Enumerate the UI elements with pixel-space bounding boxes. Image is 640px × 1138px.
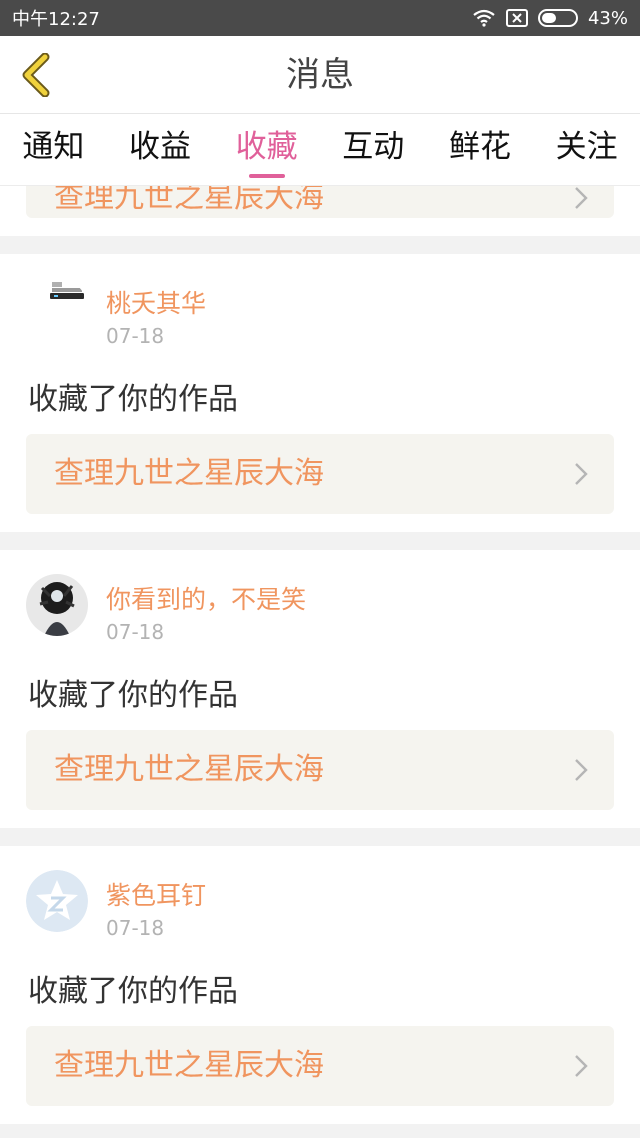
work-title: 查理九世之星辰大海 (54, 456, 324, 491)
action-text: 收藏了你的作品 (28, 974, 238, 1009)
status-bar: 中午12:27 43% (0, 0, 640, 36)
message-date: 07-18 (106, 916, 165, 940)
work-link[interactable]: 查理九世之星辰大海 (26, 730, 614, 810)
tab-follow[interactable]: 关注 (552, 114, 622, 186)
tab-bar: 通知 收益 收藏 互动 鲜花 关注 (0, 114, 640, 186)
message-date: 07-18 (106, 620, 165, 644)
avatar[interactable] (26, 574, 88, 636)
app-header: 消息 (0, 36, 640, 114)
chevron-right-icon (575, 463, 588, 485)
page-title: 消息 (286, 55, 354, 95)
photo-avatar-icon (26, 574, 88, 636)
work-link[interactable]: 查理九世之星辰大海 (26, 434, 614, 514)
status-icons: 43% (472, 8, 628, 29)
status-time: 中午12:27 (12, 9, 100, 30)
message-date: 07-18 (106, 324, 165, 348)
qq-avatar-icon (26, 870, 88, 932)
router-avatar-icon (26, 278, 88, 340)
message-card: 你看到的，不是笑 07-18 收藏了你的作品 查理九世之星辰大海 (0, 550, 640, 828)
work-link[interactable]: 查理九世之星辰大海 (26, 1026, 614, 1106)
work-link[interactable]: 查理九世之星辰大海 (26, 186, 614, 218)
battery-icon (537, 9, 578, 27)
tab-earnings[interactable]: 收益 (125, 114, 195, 186)
username[interactable]: 桃夭其华 (106, 284, 206, 320)
battery-level (541, 13, 556, 23)
tab-flowers[interactable]: 鲜花 (445, 114, 515, 186)
message-list: 查理九世之星辰大海 桃夭其华 07-18 收藏了你的作品 查理九世之星辰大海 你… (0, 186, 640, 1138)
wifi-icon (473, 9, 495, 27)
work-title: 查理九世之星辰大海 (54, 186, 324, 215)
tab-favorites[interactable]: 收藏 (232, 114, 302, 186)
action-text: 收藏了你的作品 (28, 678, 238, 713)
message-card: 桃夭其华 07-18 收藏了你的作品 查理九世之星辰大海 (0, 254, 640, 532)
chevron-right-icon (575, 759, 588, 781)
tab-notice[interactable]: 通知 (18, 114, 88, 186)
chevron-right-icon (575, 1055, 588, 1077)
no-sim-icon (505, 9, 528, 27)
username[interactable]: 紫色耳钉 (106, 876, 206, 912)
avatar[interactable] (26, 278, 88, 340)
work-title: 查理九世之星辰大海 (54, 752, 324, 787)
message-card-partial: 查理九世之星辰大海 (0, 186, 640, 236)
message-card: 紫色耳钉 07-18 收藏了你的作品 查理九世之星辰大海 (0, 846, 640, 1124)
tab-interaction[interactable]: 互动 (338, 114, 408, 186)
battery-percent: 43% (587, 7, 628, 29)
work-title: 查理九世之星辰大海 (54, 1048, 324, 1083)
username[interactable]: 你看到的，不是笑 (106, 580, 306, 616)
chevron-right-icon (575, 187, 588, 209)
avatar[interactable] (26, 870, 88, 932)
action-text: 收藏了你的作品 (28, 382, 238, 417)
